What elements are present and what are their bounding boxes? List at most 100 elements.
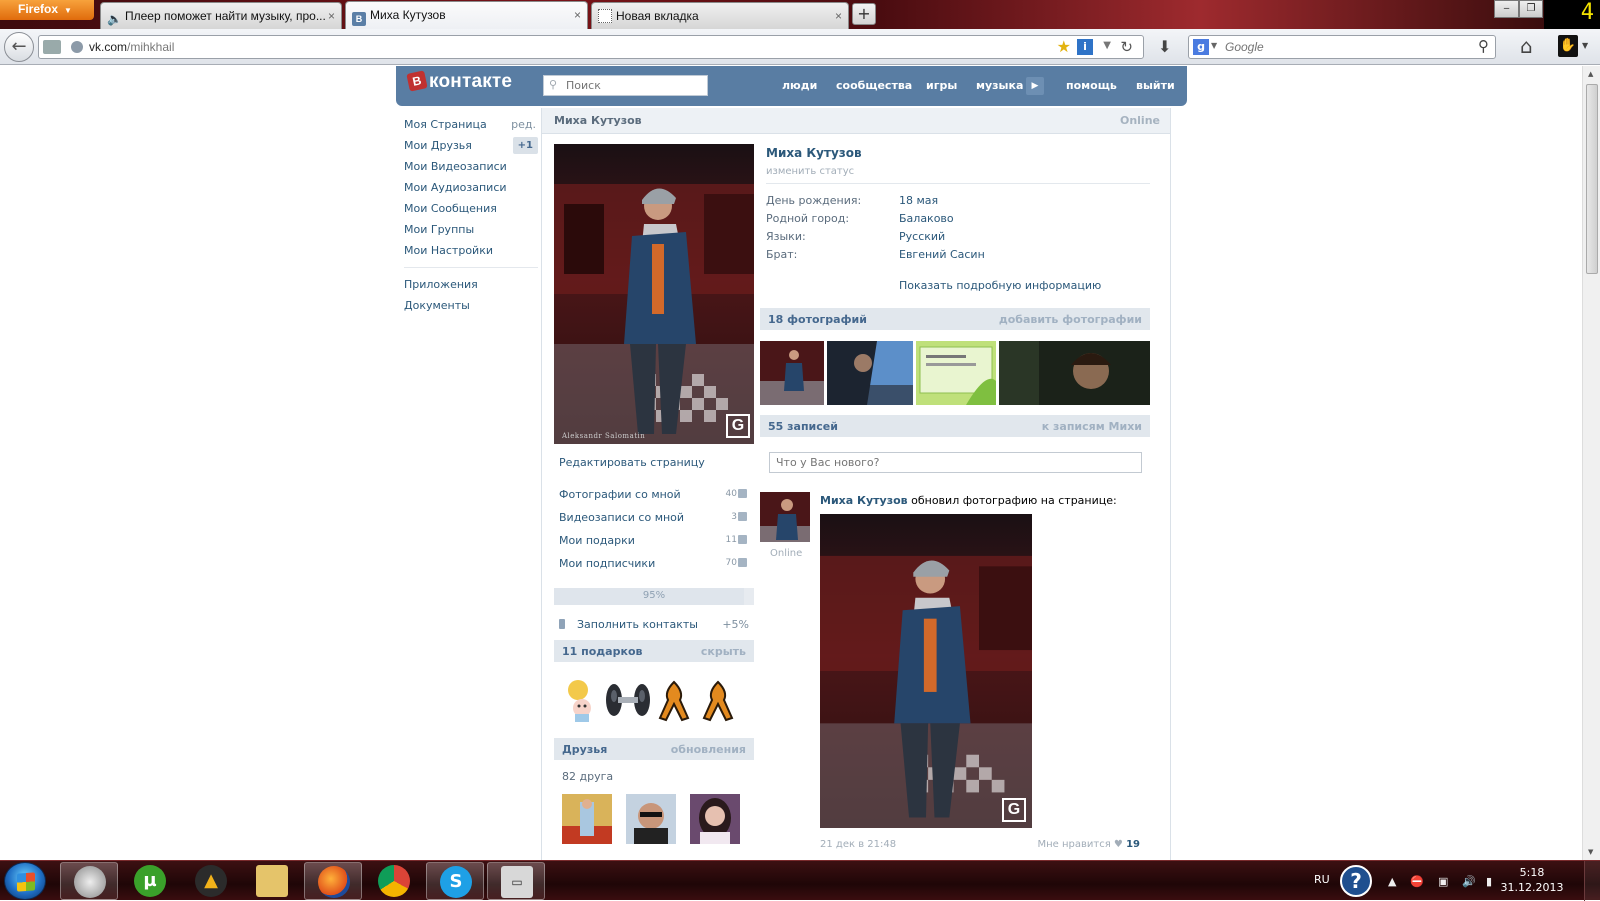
search-input[interactable] [1223,38,1453,56]
nav-help[interactable]: помощь [1066,79,1117,92]
no-entry-icon[interactable]: ⛔ [1410,875,1424,888]
clock[interactable]: 5:18 31.12.2013 [1500,865,1564,895]
maximize-button[interactable]: ❐ [1519,0,1543,18]
new-tab-button[interactable]: + [852,3,876,25]
scrollbar-thumb[interactable] [1586,84,1598,274]
gift-ribbon-icon[interactable] [654,678,694,722]
url-dropdown-icon[interactable]: ▼ [1103,40,1111,51]
friend-avatar[interactable] [562,794,612,844]
addon-hand-icon[interactable]: ✋ [1558,35,1578,57]
gift-ribbon-icon[interactable] [698,678,738,722]
network-icon[interactable]: ▣ [1438,875,1448,888]
like-button[interactable]: Мне нравится ♥ 19 [1037,839,1140,850]
scroll-down-icon[interactable]: ▼ [1588,848,1593,856]
reload-icon[interactable]: ↻ [1120,38,1133,56]
gifts-header[interactable]: 11 подарков скрыть [554,640,754,662]
my-gifts-link[interactable]: Мои подарки 11 [559,534,747,552]
photo-thumbnail[interactable] [916,341,996,405]
bookmark-star-icon[interactable]: ★ [1057,37,1071,56]
nav-communities[interactable]: сообщества [836,79,912,92]
friend-avatar[interactable] [690,794,740,844]
post-photo[interactable]: G [820,514,1032,828]
firefox-menu-button[interactable]: Firefox ▼ [0,0,94,20]
post-author-avatar[interactable] [760,492,810,542]
search-icon[interactable]: ⚲ [1478,37,1489,55]
photo-thumbnail[interactable] [760,341,824,405]
nav-music[interactable]: музыка [976,79,1023,92]
engine-dropdown-icon[interactable]: ▼ [1211,41,1217,50]
vk-search-input[interactable] [564,78,704,93]
gift-balloon-icon[interactable] [562,678,602,722]
language-indicator[interactable]: RU [1314,873,1330,886]
taskbar-app[interactable] [365,862,423,900]
change-status-link[interactable]: изменить статус [766,166,854,177]
site-identity-icon[interactable] [43,40,61,54]
info-value-link[interactable]: Балаково [899,212,954,225]
power-icon[interactable]: ▮ [1486,875,1492,888]
nav-logout[interactable]: выйти [1136,79,1175,92]
to-posts-link[interactable]: к записям Михи [1042,420,1142,433]
show-more-info-link[interactable]: Показать подробную информацию [899,279,1101,292]
menu-my-messages[interactable]: Мои Сообщения [404,198,538,219]
post-date[interactable]: 21 дек в 21:48 [820,839,896,850]
vk-search-box[interactable]: ⚲ [543,75,708,96]
taskbar-app[interactable]: µ [121,862,179,900]
taskbar-app[interactable] [304,862,362,900]
friends-header[interactable]: Друзья обновления [554,738,754,760]
tray-expand-icon[interactable]: ▲ [1388,875,1396,888]
vertical-scrollbar[interactable]: ▲ ▼ [1582,66,1600,860]
friends-count-badge[interactable]: +1 [512,137,538,154]
profile-photo[interactable]: Aleksandr Salomatin G [554,144,754,444]
menu-apps[interactable]: Приложения [404,274,538,295]
photo-thumbnail[interactable] [999,341,1150,405]
menu-documents[interactable]: Документы [404,295,538,316]
friend-avatar[interactable] [626,794,676,844]
home-icon[interactable]: ⌂ [1520,34,1533,58]
menu-my-settings[interactable]: Мои Настройки [404,240,538,261]
taskbar-app[interactable]: ▲ [182,862,240,900]
google-engine-icon[interactable]: g [1193,39,1209,55]
wall-header[interactable]: 55 записей к записям Михи [760,415,1150,437]
gift-dumbbell-icon[interactable] [604,678,652,722]
menu-my-audio[interactable]: Мои Аудиозаписи [404,177,538,198]
photo-thumbnail[interactable] [827,341,913,405]
back-button[interactable]: ← [4,32,34,62]
post-author-link[interactable]: Миха Кутузов [820,494,908,507]
whats-new-field[interactable] [769,452,1142,473]
hide-gifts-link[interactable]: скрыть [701,645,746,658]
tab-player[interactable]: 🔈 Плеер поможет найти музыку, про... × [100,2,342,29]
volume-icon[interactable]: 🔊 [1462,875,1476,888]
tab-vk-profile[interactable]: В Миха Кутузов × [345,1,588,29]
taskbar-app[interactable] [243,862,301,900]
info-icon[interactable]: i [1077,39,1093,55]
scroll-up-icon[interactable]: ▲ [1588,70,1593,78]
whats-new-input[interactable] [770,453,1141,472]
url-bar[interactable]: vk.com/mihkhail ★ i ▼ ↻ [38,35,1144,59]
close-tab-icon[interactable]: × [835,9,842,23]
menu-my-page[interactable]: Моя Страница ред. [404,114,538,135]
start-button[interactable] [4,862,46,900]
show-desktop-button[interactable] [1584,861,1600,901]
vk-logo[interactable]: Вконтакте [406,70,512,93]
play-arrow-icon[interactable]: ▶ [1026,77,1044,95]
edit-link[interactable]: ред. [511,114,536,135]
info-value-link[interactable]: 18 мая [899,194,938,207]
minimize-button[interactable]: ‒ [1494,0,1519,18]
photos-header[interactable]: 18 фотографий добавить фотографии [760,308,1150,330]
fill-contacts-link[interactable]: Заполнить контакты +5% [559,618,749,636]
info-value-link[interactable]: Евгений Сасин [899,248,985,261]
photos-with-me-link[interactable]: Фотографии со мной 40 [559,488,747,506]
edit-page-link[interactable]: Редактировать страницу [559,456,705,469]
nav-games[interactable]: игры [926,79,957,92]
close-tab-icon[interactable]: × [328,9,335,23]
taskbar-app[interactable]: S [426,862,484,900]
download-icon[interactable]: ⬇ [1158,37,1171,56]
tab-new[interactable]: Новая вкладка × [591,2,849,29]
friends-updates-link[interactable]: обновления [671,743,746,756]
menu-my-groups[interactable]: Мои Группы [404,219,538,240]
chevron-down-icon[interactable]: ▼ [1582,41,1588,50]
search-bar[interactable]: g ▼ ⚲ [1188,35,1496,59]
info-value-link[interactable]: Русский [899,230,945,243]
videos-with-me-link[interactable]: Видеозаписи со мной 3 [559,511,747,529]
nav-people[interactable]: люди [782,79,817,92]
